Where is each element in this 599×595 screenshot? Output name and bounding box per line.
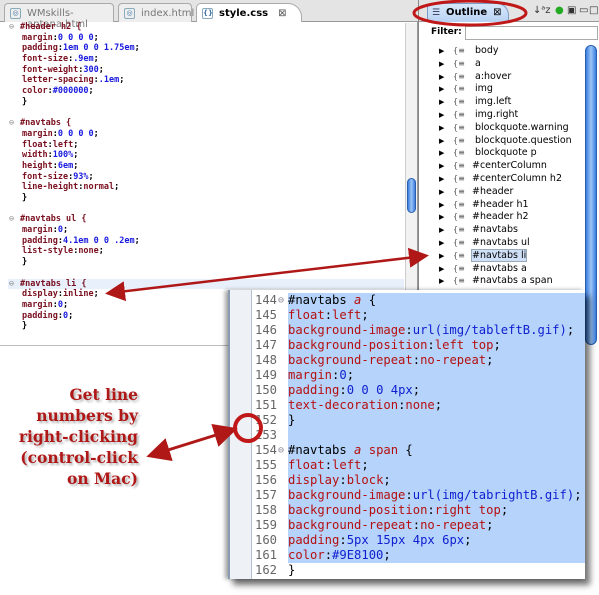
outline-tab-highlight [412,0,528,27]
gutter-highlight-circle [233,413,263,443]
arrow-note-to-gutter [146,423,238,462]
arrow-outline-to-code [105,247,429,302]
annotation-overlay [105,0,528,462]
